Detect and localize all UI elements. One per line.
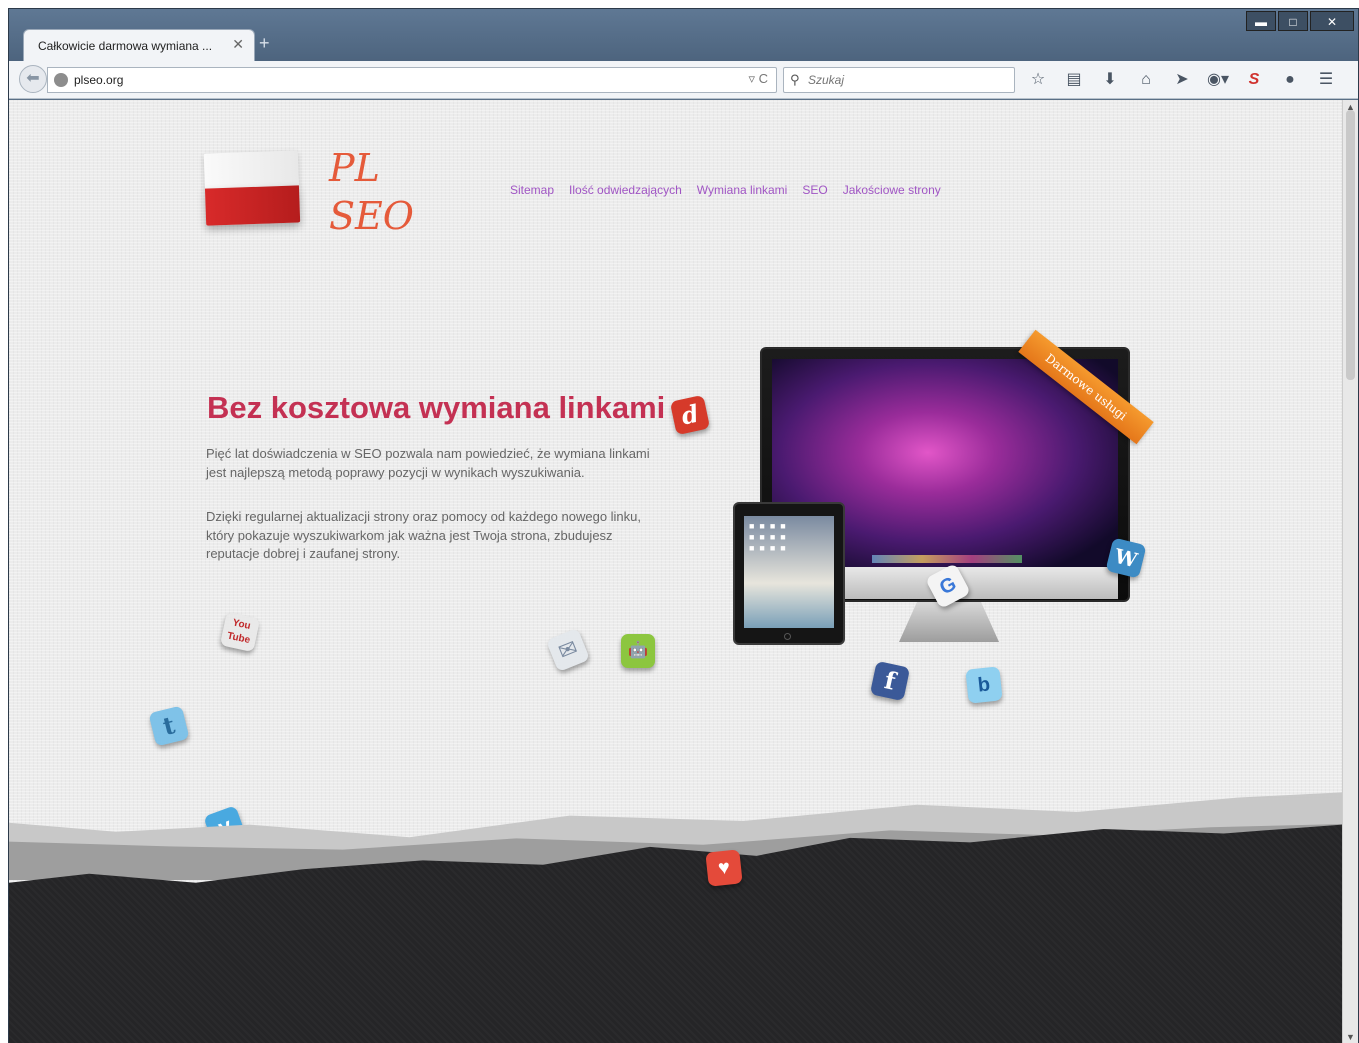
heart-icon[interactable]: ♥ [705,849,743,887]
android-icon[interactable]: 🤖 [621,634,655,668]
facebook-icon[interactable]: f [869,660,911,702]
scroll-down-arrow[interactable]: ▼ [1346,1032,1355,1042]
nav-visitors[interactable]: Ilość odwiedzających [569,183,682,197]
delicious-icon[interactable]: d [669,394,711,436]
hero-paragraph-1: Pięć lat doświadczenia w SEO pozwala nam… [206,446,650,480]
flag-white-stripe [203,150,299,191]
tablet-app-grid: ■■■■ ■■■■ ■■■■ [749,521,791,553]
window-controls: ▬ □ ✕ [1246,11,1354,31]
active-tab[interactable]: Całkowicie darmowa wymiana ... ✕ [23,29,255,61]
hero-title: Bez kosztowa wymiana linkami [207,390,666,425]
star-icon[interactable]: ☆ [1027,69,1049,91]
toolbar-icons: ☆ ▤ ⬇ ⌂ ➤ ◉▾ S ● ☰ [1027,69,1337,91]
polish-flag-logo[interactable] [203,150,303,227]
reload-icon[interactable]: ▿ C [748,71,768,87]
search-input[interactable] [808,71,1008,89]
nav-quality-sites[interactable]: Jakościowe strony [843,183,941,197]
nav-link-exchange[interactable]: Wymiana linkami [697,183,788,197]
chat-icon[interactable]: ● [1279,69,1301,91]
minimize-button[interactable]: ▬ [1246,11,1276,31]
home-icon[interactable]: ⌂ [1135,69,1157,91]
logo-text[interactable]: PL SEO [329,144,419,240]
tablet-home-button [784,633,791,640]
addon-icon[interactable]: ◉▾ [1207,69,1229,91]
url-bar[interactable]: plseo.org ▿ C [47,67,777,93]
send-icon[interactable]: ➤ [1171,69,1193,91]
close-window-button[interactable]: ✕ [1310,11,1354,31]
scroll-thumb[interactable] [1346,110,1355,380]
email-icon[interactable]: ✉ [545,627,591,673]
tablet-screen: ■■■■ ■■■■ ■■■■ [744,516,834,628]
bebo-icon[interactable]: b [965,666,1003,704]
ipad-image: ■■■■ ■■■■ ■■■■ [733,502,845,645]
logo-line-seo: SEO [329,194,414,238]
flag-red-stripe [204,185,301,226]
youtube-icon[interactable]: You Tube [219,611,261,653]
nav-seo[interactable]: SEO [802,183,827,197]
logo-line-pl: PL [329,146,380,190]
globe-icon [54,73,68,87]
title-bar: Całkowicie darmowa wymiana ... ✕ + ▬ □ ✕ [9,9,1358,61]
dock-bar [872,555,1022,563]
navigation-toolbar: ⬅ plseo.org ▿ C ⚲ ☆ ▤ ⬇ ⌂ ➤ ◉▾ S ● ☰ [9,61,1358,99]
search-bar[interactable]: ⚲ [783,67,1015,93]
tab-close-icon[interactable]: ✕ [232,36,244,53]
search-icon: ⚲ [790,72,800,87]
tab-title: Całkowicie darmowa wymiana ... [38,39,213,53]
page-viewport: PL SEO Sitemap Ilość odwiedzających Wymi… [9,100,1344,1043]
reading-list-icon[interactable]: ▤ [1063,69,1085,91]
back-button[interactable]: ⬅ [19,65,47,93]
monitor-stand [899,602,999,642]
nav-sitemap[interactable]: Sitemap [510,183,554,197]
s-extension-icon[interactable]: S [1243,69,1265,91]
download-icon[interactable]: ⬇ [1099,69,1121,91]
browser-window: Całkowicie darmowa wymiana ... ✕ + ▬ □ ✕… [8,8,1359,1043]
main-nav: Sitemap Ilość odwiedzających Wymiana lin… [510,183,941,197]
hero-paragraph-2: Dzięki regularnej aktualizacji strony or… [206,509,642,561]
maximize-button[interactable]: □ [1278,11,1308,31]
menu-icon[interactable]: ☰ [1315,69,1337,91]
url-text[interactable]: plseo.org [74,73,123,87]
vertical-scrollbar[interactable]: ▲ ▼ [1342,100,1358,1043]
twitter-icon[interactable]: t [148,705,190,747]
new-tab-button[interactable]: + [259,33,270,54]
